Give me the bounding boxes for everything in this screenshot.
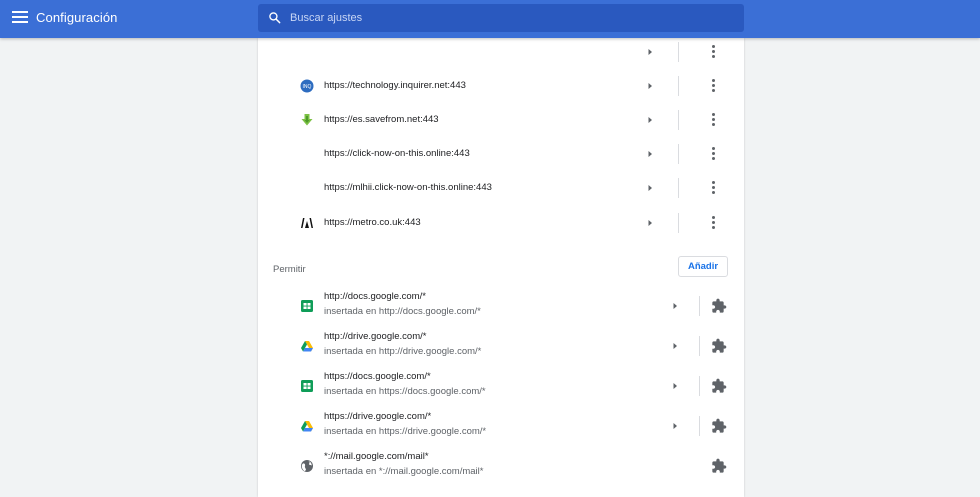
page-title: Configuración [36,10,118,25]
svg-text:INQ: INQ [303,84,312,90]
divider [678,213,679,233]
arrow-right-icon[interactable] [645,149,655,159]
globe-icon [301,460,313,472]
site-url: https://es.savefrom.net:443 [324,114,439,125]
extension-puzzle-icon [712,298,727,313]
embedded-label: insertada en http://drive.google.com/* [324,346,482,357]
savefrom-download-icon [301,114,313,126]
search-box[interactable] [258,4,744,32]
allowed-site-row[interactable]: http://docs.google.com/* insertada en ht… [258,286,744,326]
search-input[interactable] [290,4,730,32]
more-options-icon[interactable] [705,76,721,96]
site-settings-card: INQ https://technology.inquirer.net:443 … [258,38,744,497]
more-options-icon[interactable] [705,42,721,62]
divider [699,416,700,436]
divider [678,42,679,62]
extension-puzzle-icon [712,338,727,353]
site-url: http://docs.google.com/* [324,291,426,302]
inquirer-icon: INQ [300,79,314,93]
arrow-right-icon[interactable] [645,81,655,91]
more-options-icon[interactable] [705,178,721,198]
divider [699,296,700,316]
add-button[interactable]: Añadir [678,256,728,277]
site-url: *://mail.google.com/mail* [324,451,429,462]
site-row[interactable]: https://click-now-on-this.online:443 [258,137,744,171]
site-row[interactable]: https://metro.co.uk:443 [258,206,744,240]
site-url: https://click-now-on-this.online:443 [324,148,470,159]
extension-puzzle-icon [712,458,727,473]
google-sheets-icon [301,300,313,312]
divider [678,110,679,130]
site-url: https://mlhii.click-now-on-this.online:4… [324,182,492,193]
google-drive-icon [301,341,313,352]
embedded-label: insertada en https://docs.google.com/* [324,386,486,397]
google-sheets-icon [301,380,313,392]
metro-icon [301,218,313,228]
embedded-label: insertada en *://mail.google.com/mail* [324,466,484,477]
allowed-site-row[interactable]: http://drive.google.com/* insertada en h… [258,326,744,366]
arrow-right-icon[interactable] [645,183,655,193]
arrow-right-icon[interactable] [645,47,655,57]
arrow-right-icon[interactable] [670,301,680,311]
extension-puzzle-icon [712,378,727,393]
site-url: https://drive.google.com/* [324,411,432,422]
extension-puzzle-icon [712,418,727,433]
embedded-label: insertada en http://docs.google.com/* [324,306,481,317]
site-row[interactable] [258,35,744,69]
divider [699,376,700,396]
search-icon [269,12,281,24]
arrow-right-icon[interactable] [670,381,680,391]
divider [678,144,679,164]
divider [699,336,700,356]
arrow-right-icon[interactable] [645,218,655,228]
site-url: https://metro.co.uk:443 [324,217,421,228]
divider [678,76,679,96]
allowed-site-row[interactable]: https://drive.google.com/* insertada en … [258,406,744,446]
top-bar: Configuración [0,0,980,38]
google-drive-icon [301,421,313,432]
more-options-icon[interactable] [705,110,721,130]
site-row[interactable]: INQ https://technology.inquirer.net:443 [258,69,744,103]
allowed-site-row[interactable]: *://mail.google.com/mail* insertada en *… [258,446,744,486]
arrow-right-icon[interactable] [670,341,680,351]
hamburger-menu-icon[interactable] [12,11,28,25]
site-url: https://docs.google.com/* [324,371,431,382]
embedded-label: insertada en https://drive.google.com/* [324,426,487,437]
site-url: https://technology.inquirer.net:443 [324,80,466,91]
allowed-site-row[interactable]: https://docs.google.com/* insertada en h… [258,366,744,406]
more-options-icon[interactable] [705,144,721,164]
site-row[interactable]: https://mlhii.click-now-on-this.online:4… [258,171,744,205]
site-row[interactable]: https://es.savefrom.net:443 [258,103,744,137]
more-options-icon[interactable] [705,213,721,233]
divider [678,178,679,198]
site-url: http://drive.google.com/* [324,331,427,342]
section-title-allow: Permitir [273,264,306,275]
arrow-right-icon[interactable] [645,115,655,125]
arrow-right-icon[interactable] [670,421,680,431]
